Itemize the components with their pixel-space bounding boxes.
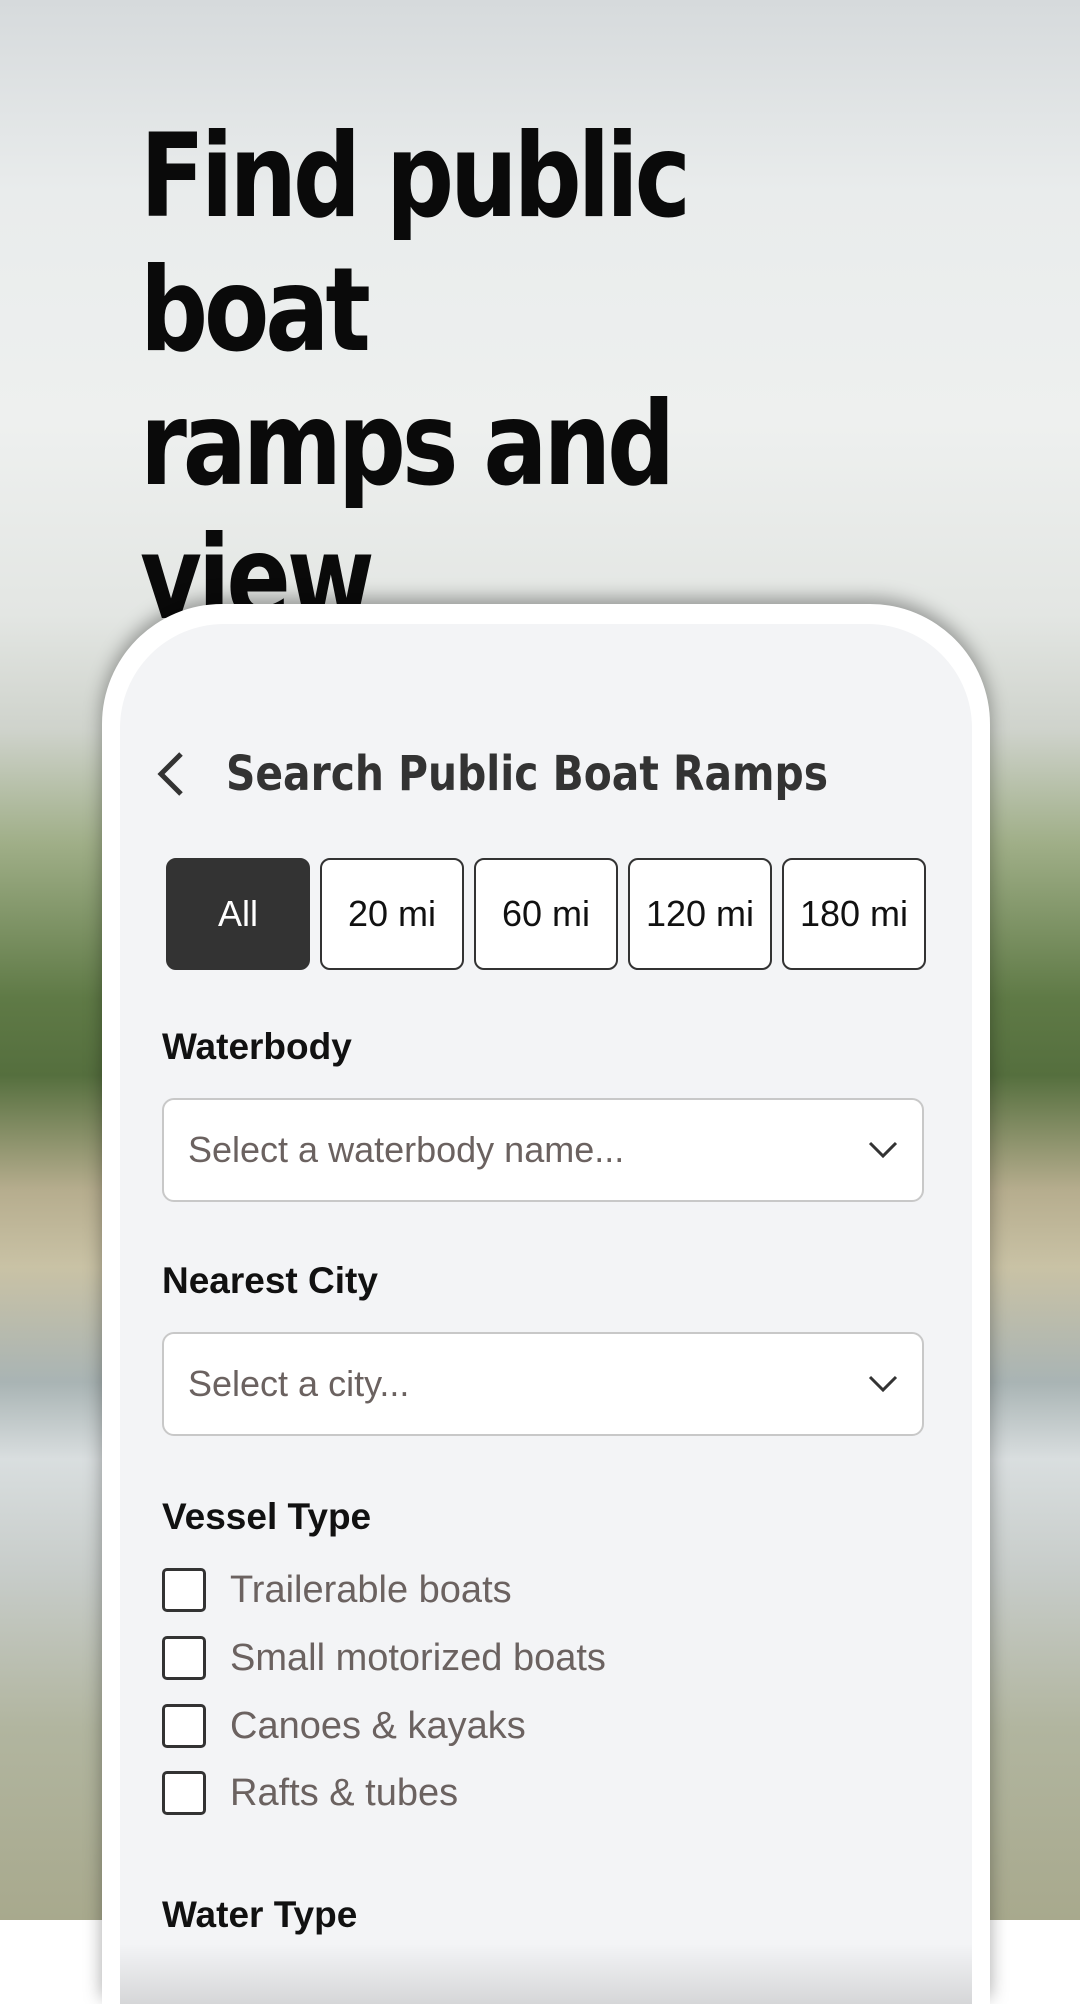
checkbox[interactable] — [162, 1636, 206, 1680]
page-title: Search Public Boat Ramps — [226, 746, 828, 802]
filter-120mi[interactable]: 120 mi — [628, 858, 772, 970]
vessel-option[interactable]: Trailerable boats — [162, 1568, 512, 1612]
city-label: Nearest City — [162, 1260, 378, 1301]
vessel-option[interactable]: Canoes & kayaks — [162, 1704, 526, 1748]
water-type-label: Water Type — [162, 1894, 358, 1935]
app-screen: Search Public Boat Ramps All 20 mi 60 mi… — [120, 624, 972, 2004]
city-select[interactable]: Select a city... — [162, 1332, 924, 1436]
vessel-option-label: Rafts & tubes — [230, 1771, 459, 1814]
chevron-down-icon — [868, 1375, 898, 1393]
screen-header: Search Public Boat Ramps — [150, 744, 934, 804]
city-placeholder: Select a city... — [188, 1363, 410, 1404]
vessel-option-label: Small motorized boats — [230, 1636, 606, 1679]
waterbody-placeholder: Select a waterbody name... — [188, 1129, 625, 1170]
vessel-type-label: Vessel Type — [162, 1496, 372, 1537]
vessel-option-label: Canoes & kayaks — [230, 1704, 526, 1747]
distance-filter: All 20 mi 60 mi 120 mi 180 mi — [166, 858, 926, 970]
waterbody-label: Waterbody — [162, 1026, 352, 1067]
filter-all[interactable]: All — [166, 858, 310, 970]
checkbox[interactable] — [162, 1704, 206, 1748]
chevron-down-icon — [868, 1141, 898, 1159]
filter-20mi[interactable]: 20 mi — [320, 858, 464, 970]
filter-180mi[interactable]: 180 mi — [782, 858, 926, 970]
vessel-option-label: Trailerable boats — [230, 1568, 512, 1611]
back-button[interactable] — [150, 744, 190, 804]
vessel-option[interactable]: Small motorized boats — [162, 1636, 606, 1680]
headline-line: Find public boat — [140, 109, 691, 378]
bottom-fade — [120, 1944, 972, 2004]
checkbox[interactable] — [162, 1568, 206, 1612]
filter-60mi[interactable]: 60 mi — [474, 858, 618, 970]
chevron-left-icon — [157, 752, 183, 796]
waterbody-select[interactable]: Select a waterbody name... — [162, 1098, 924, 1202]
vessel-option[interactable]: Rafts & tubes — [162, 1771, 458, 1815]
checkbox[interactable] — [162, 1771, 206, 1815]
phone-frame: Search Public Boat Ramps All 20 mi 60 mi… — [102, 604, 990, 2004]
